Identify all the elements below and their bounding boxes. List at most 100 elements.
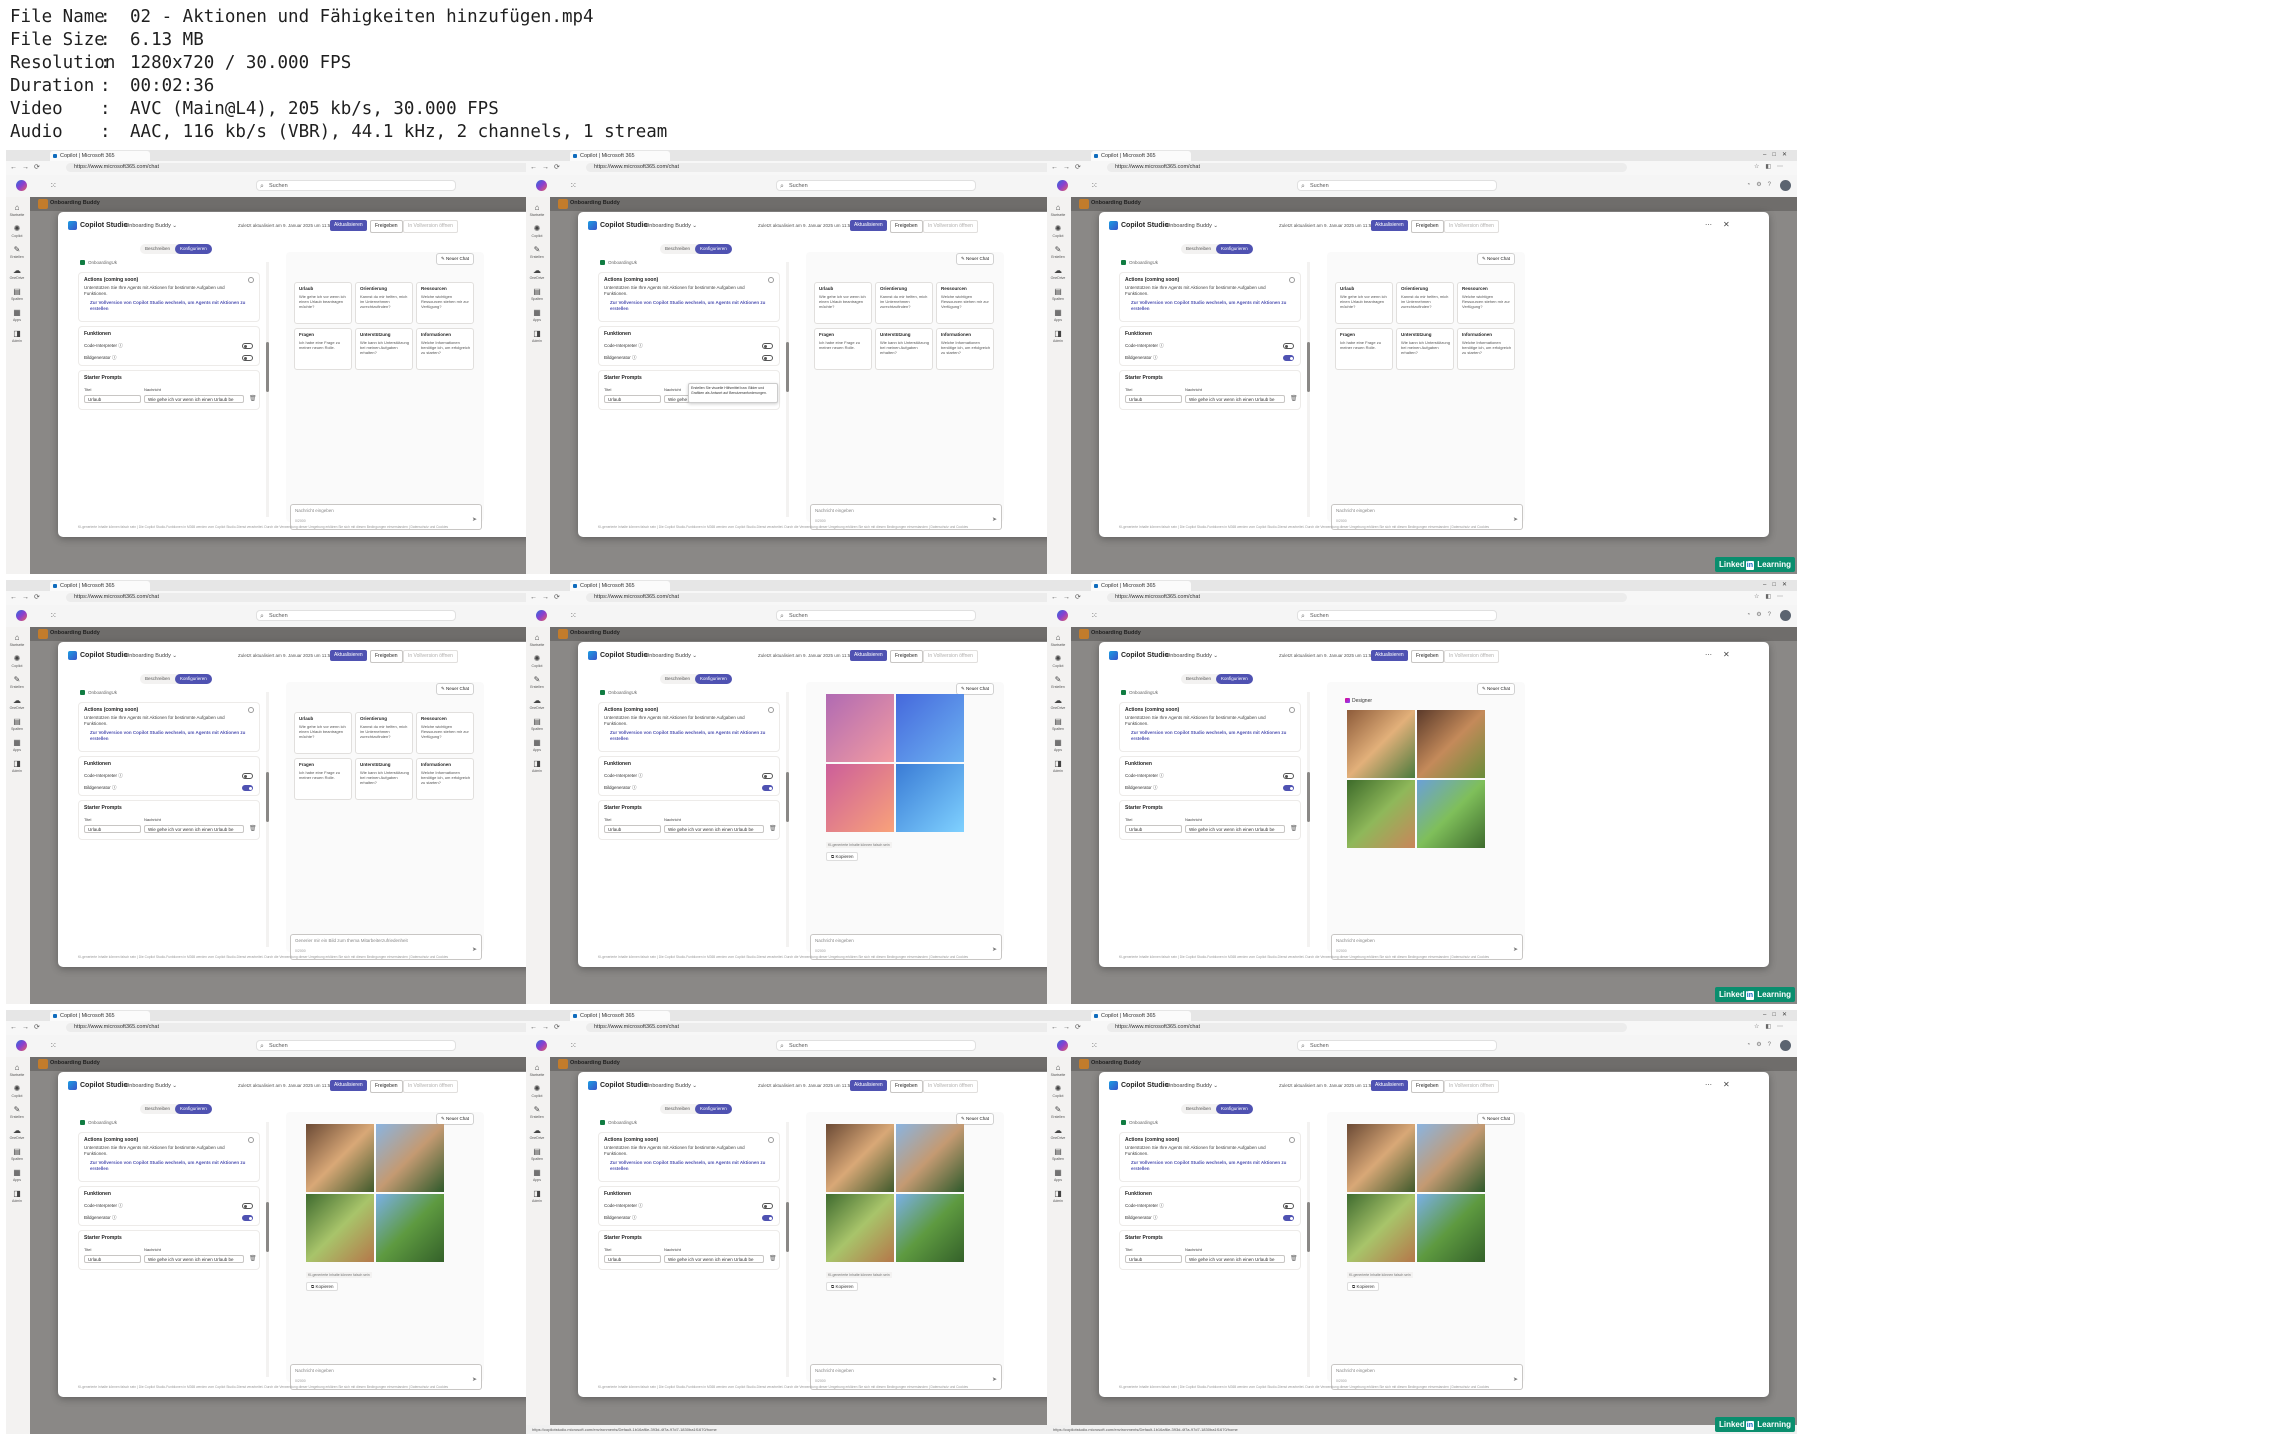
- m365-logo-icon[interactable]: [1057, 1040, 1068, 1051]
- info-icon[interactable]: ⓘ: [1153, 785, 1158, 790]
- prompt-title-input[interactable]: Urlaub: [84, 1255, 141, 1263]
- suggestion-card[interactable]: Urlaub Wie gehe ich vor wenn ich einen Ur…: [1335, 282, 1393, 324]
- tab-configure[interactable]: Konfigurieren: [1216, 244, 1253, 254]
- actions-full-version-link[interactable]: Zur Vollversion von Copilot Studio wechs…: [90, 300, 255, 312]
- rail-item[interactable]: ▦ Apps: [1050, 738, 1066, 752]
- code-interpreter-toggle[interactable]: [242, 773, 253, 779]
- share-button[interactable]: Freigeben: [370, 1080, 403, 1093]
- actions-full-version-link[interactable]: Zur Vollversion von Copilot Studio wechs…: [1131, 1160, 1296, 1172]
- generated-image[interactable]: [826, 1124, 894, 1192]
- prompt-message-input[interactable]: Wie gehe ich vor wenn ich einen Urlaub b…: [144, 395, 244, 403]
- rail-item[interactable]: ▦ Apps: [529, 308, 545, 322]
- rail-item[interactable]: ✺ Copilot: [529, 224, 545, 238]
- nav-buttons[interactable]: ←→⟳: [10, 593, 45, 601]
- image-generator-toggle[interactable]: [1283, 1215, 1294, 1221]
- generated-image[interactable]: [1347, 780, 1415, 848]
- app-launcher-icon[interactable]: ⁙: [570, 1041, 577, 1050]
- tab-configure[interactable]: Konfigurieren: [175, 1104, 212, 1114]
- generated-image[interactable]: [376, 1124, 444, 1192]
- image-generator-toggle[interactable]: [242, 355, 253, 361]
- actions-full-version-link[interactable]: Zur Vollversion von Copilot Studio wechs…: [1131, 730, 1296, 742]
- image-generator-toggle[interactable]: [762, 785, 773, 791]
- rail-item[interactable]: ▤ Spalten: [1050, 717, 1066, 731]
- search-input[interactable]: Suchen: [256, 1040, 456, 1052]
- code-interpreter-toggle[interactable]: [762, 343, 773, 349]
- rail-item[interactable]: ⌂ Startseite: [1050, 1063, 1066, 1077]
- nav-buttons[interactable]: ←→⟳: [530, 163, 565, 171]
- scrollbar[interactable]: [266, 1122, 269, 1377]
- open-full-version-button[interactable]: In Vollversion öffnen: [403, 1080, 458, 1093]
- app-launcher-icon[interactable]: ⁙: [570, 611, 577, 620]
- open-full-version-button[interactable]: In Vollversion öffnen: [1444, 650, 1499, 663]
- prompt-title-input[interactable]: Urlaub: [1125, 395, 1182, 403]
- scrollbar[interactable]: [786, 1122, 789, 1377]
- suggestion-card[interactable]: Informationen Welche Informationen benöti…: [1457, 328, 1515, 370]
- generated-image[interactable]: [826, 1194, 894, 1262]
- agent-selector[interactable]: Onboarding Buddy ⌄: [125, 223, 177, 229]
- m365-logo-icon[interactable]: [16, 610, 27, 621]
- scrollbar[interactable]: [1307, 1122, 1310, 1377]
- suggestion-card[interactable]: Unterstützung Wie kann ich Unterstützung …: [355, 328, 413, 370]
- send-icon[interactable]: ➤: [472, 516, 477, 523]
- copy-button[interactable]: ⧉ Kopieren: [306, 1282, 339, 1291]
- generated-image[interactable]: [306, 1194, 374, 1262]
- generated-image[interactable]: [1417, 1124, 1485, 1192]
- delete-icon[interactable]: 🗑: [249, 825, 257, 832]
- rail-item[interactable]: ☁ OneDrive: [9, 266, 25, 280]
- open-full-version-button[interactable]: In Vollversion öffnen: [923, 1080, 978, 1093]
- info-icon[interactable]: [248, 1137, 254, 1143]
- rail-item[interactable]: ◨ Admin: [9, 759, 25, 773]
- tab-describe[interactable]: Beschreiben: [140, 244, 175, 254]
- browser-tab[interactable]: Copilot | Microsoft 365: [570, 151, 670, 161]
- suggestion-card[interactable]: Fragen Ich habe eine Frage zu meiner neue…: [1335, 328, 1393, 370]
- new-chat-button[interactable]: ✎ Neuer Chat: [1477, 253, 1516, 265]
- close-icon[interactable]: ✕: [1723, 1080, 1730, 1089]
- rail-item[interactable]: ◨ Admin: [1050, 1189, 1066, 1203]
- rail-item[interactable]: ✺ Copilot: [1050, 224, 1066, 238]
- rail-item[interactable]: ☁ OneDrive: [529, 696, 545, 710]
- prompt-message-input[interactable]: Wie gehe ich vor wenn ich einen Urlaub b…: [1185, 825, 1285, 833]
- info-icon[interactable]: [768, 277, 774, 283]
- rail-item[interactable]: ✺ Copilot: [529, 654, 545, 668]
- agent-selector[interactable]: Onboarding Buddy ⌄: [125, 653, 177, 659]
- rail-item[interactable]: ◨ Admin: [1050, 759, 1066, 773]
- update-button[interactable]: Aktualisieren: [850, 220, 887, 231]
- scrollbar[interactable]: [786, 692, 789, 947]
- update-button[interactable]: Aktualisieren: [1371, 1080, 1408, 1091]
- search-input[interactable]: Suchen: [776, 1040, 976, 1052]
- share-button[interactable]: Freigeben: [890, 650, 923, 663]
- rail-item[interactable]: ✎ Erstellen: [529, 245, 545, 259]
- generated-image[interactable]: [896, 694, 964, 762]
- avatar[interactable]: [1780, 180, 1791, 191]
- suggestion-card[interactable]: Orientierung Kannst du mir helfen, mich i…: [355, 712, 413, 754]
- info-icon[interactable]: ⓘ: [118, 1203, 123, 1208]
- rail-item[interactable]: ✎ Erstellen: [9, 1105, 25, 1119]
- nav-buttons[interactable]: ←→⟳: [1051, 593, 1086, 601]
- browser-tab[interactable]: Copilot | Microsoft 365: [570, 581, 670, 591]
- knowledge-file[interactable]: OnboardingUk: [80, 1120, 117, 1126]
- delete-icon[interactable]: 🗑: [1290, 825, 1298, 832]
- open-full-version-button[interactable]: In Vollversion öffnen: [923, 650, 978, 663]
- info-icon[interactable]: [248, 707, 254, 713]
- m365-logo-icon[interactable]: [1057, 610, 1068, 621]
- nav-buttons[interactable]: ←→⟳: [10, 1023, 45, 1031]
- generated-image[interactable]: [896, 764, 964, 832]
- knowledge-file[interactable]: OnboardingUk: [600, 1120, 637, 1126]
- generated-image[interactable]: [896, 1124, 964, 1192]
- update-button[interactable]: Aktualisieren: [330, 220, 367, 231]
- address-bar[interactable]: https://www.microsoft365.com/chat: [1107, 593, 1627, 602]
- rail-item[interactable]: ✺ Copilot: [9, 1084, 25, 1098]
- scrollbar-thumb[interactable]: [1307, 342, 1310, 392]
- rail-item[interactable]: ◨ Admin: [529, 329, 545, 343]
- update-button[interactable]: Aktualisieren: [330, 1080, 367, 1091]
- send-icon[interactable]: ➤: [472, 1376, 477, 1383]
- m365-logo-icon[interactable]: [536, 1040, 547, 1051]
- share-button[interactable]: Freigeben: [1411, 650, 1444, 663]
- scrollbar[interactable]: [786, 262, 789, 517]
- browser-extension-icons[interactable]: ☆◧⋯: [1754, 1023, 1789, 1030]
- tab-describe[interactable]: Beschreiben: [660, 674, 695, 684]
- actions-full-version-link[interactable]: Zur Vollversion von Copilot Studio wechs…: [90, 730, 255, 742]
- send-icon[interactable]: ➤: [1513, 516, 1518, 523]
- search-input[interactable]: Suchen: [776, 610, 976, 622]
- image-generator-toggle[interactable]: [1283, 355, 1294, 361]
